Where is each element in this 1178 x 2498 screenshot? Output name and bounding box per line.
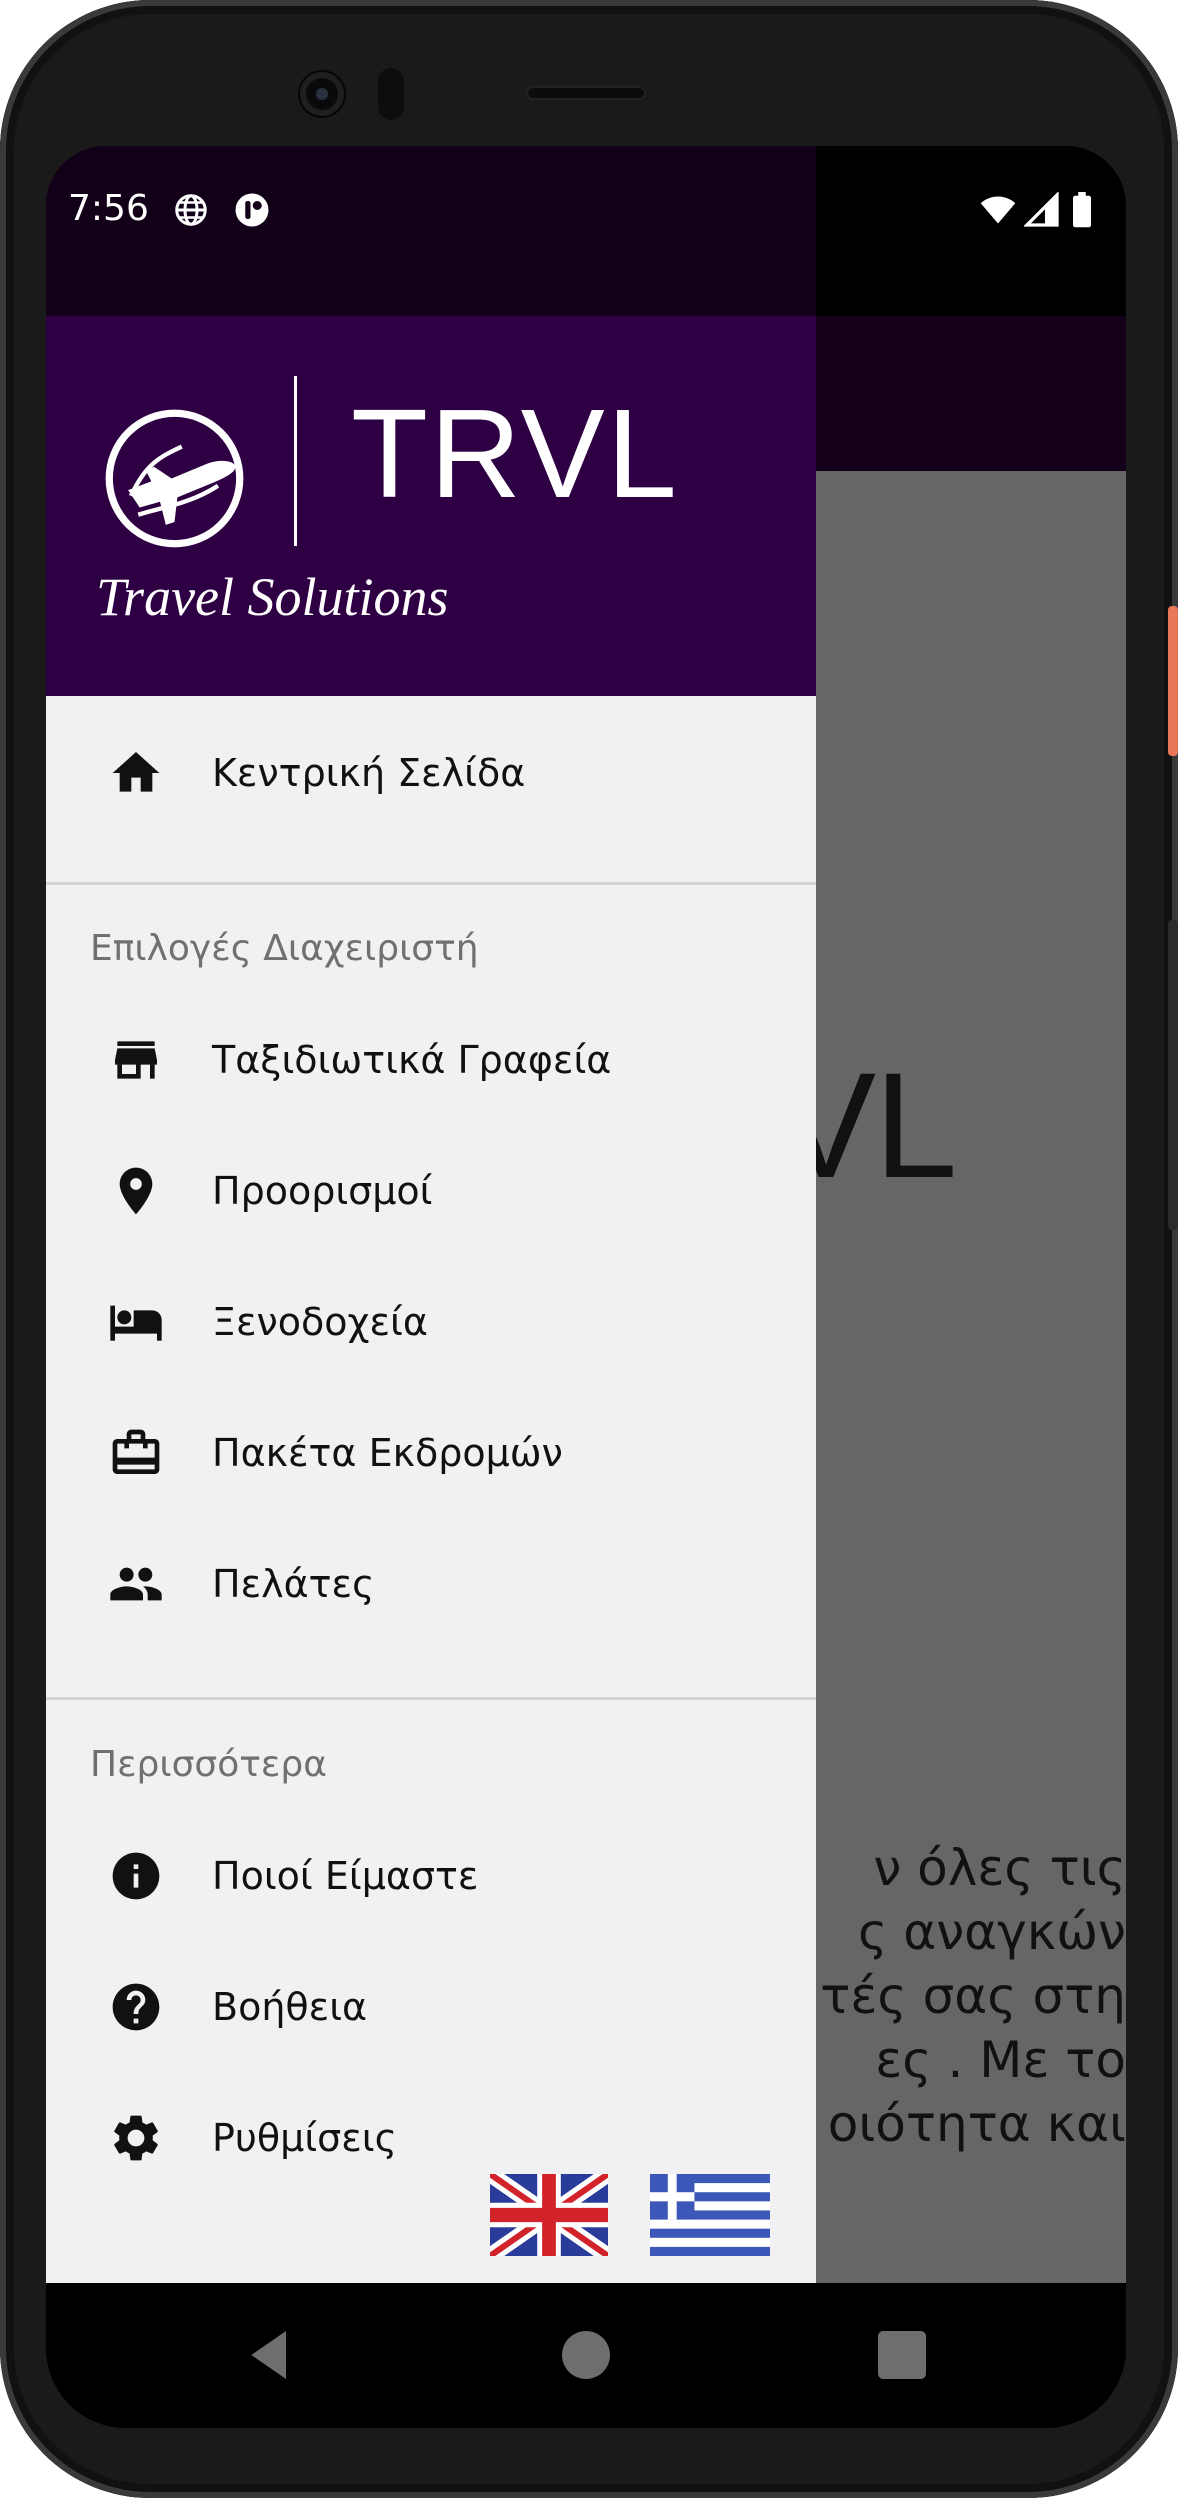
home-icon (112, 752, 160, 792)
section-title-admin: Επιλογές Διαχειριστή (90, 928, 479, 969)
home-button-icon[interactable] (554, 2323, 618, 2387)
settings-icon (114, 2115, 158, 2161)
app-toolbar (816, 316, 1126, 471)
back-icon[interactable] (238, 2323, 302, 2387)
menu-item-label: Πελάτες (212, 1562, 375, 1606)
phone-frame: 7:56 VL ν όλες τις ς αναγκών τές σας στη… (0, 0, 1178, 2498)
menu-item-about[interactable]: Ποιοί Είμαστε (46, 1811, 816, 1941)
menu-item-label: Βοήθεια (212, 1985, 368, 2029)
proximity-sensor (378, 68, 404, 120)
help-icon (112, 1983, 160, 2031)
menu-item-label: Ταξιδιωτικά Γραφεία (212, 1038, 612, 1082)
wifi-icon (980, 196, 1016, 224)
menu-item-home[interactable]: Κεντρική Σελίδα (46, 708, 816, 838)
background-paragraph: ν όλες τις ς αναγκών τές σας στη ες . Με… (820, 1839, 1126, 2153)
power-button (1168, 606, 1178, 756)
divider (46, 1697, 816, 1700)
screen: 7:56 VL ν όλες τις ς αναγκών τές σας στη… (46, 146, 1126, 2428)
app-notification-icon (235, 193, 269, 227)
menu-item-label: Ξενοδοχεία (212, 1300, 428, 1344)
menu-item-help[interactable]: Βοήθεια (46, 1942, 816, 2072)
background-logo-text: VL (816, 1041, 957, 1209)
status-bar: 7:56 (46, 146, 1126, 316)
divider (46, 882, 816, 885)
people-icon (110, 1567, 162, 1601)
system-navigation-bar (46, 2283, 1126, 2428)
menu-item-label: Προορισμοί (212, 1169, 433, 1213)
brand-tagline: Travel Solutions (96, 567, 449, 627)
recents-icon[interactable] (870, 2323, 934, 2387)
battery-icon (1073, 192, 1091, 228)
menu-item-travel-agencies[interactable]: Ταξιδιωτικά Γραφεία (46, 995, 816, 1125)
airplane-globe-icon (105, 409, 244, 548)
status-time: 7:56 (68, 188, 149, 229)
menu-item-label: Ρυθμίσεις (212, 2116, 397, 2160)
logo-divider (294, 376, 297, 546)
menu-item-label: Κεντρική Σελίδα (212, 751, 526, 795)
uk-flag-icon[interactable] (490, 2174, 608, 2256)
globe-icon (175, 194, 207, 226)
location-pin-icon (119, 1167, 153, 1215)
front-camera (300, 72, 344, 116)
menu-item-hotels[interactable]: Ξενοδοχεία (46, 1257, 816, 1387)
drawer-header: TRVL Travel Solutions (46, 316, 816, 696)
menu-item-label: Πακέτα Εκδρομών (212, 1431, 563, 1475)
section-title-more: Περισσότερα (90, 1744, 327, 1785)
menu-item-tour-packages[interactable]: Πακέτα Εκδρομών (46, 1388, 816, 1518)
bed-icon (110, 1305, 162, 1341)
earpiece-speaker (526, 86, 646, 100)
menu-item-destinations[interactable]: Προορισμοί (46, 1126, 816, 1256)
drawer-scrim[interactable]: VL ν όλες τις ς αναγκών τές σας στη ες .… (816, 471, 1126, 2311)
signal-icon (1024, 192, 1059, 227)
navigation-drawer: TRVL Travel Solutions Κεντρική Σελίδα Επ… (46, 316, 816, 2311)
brand-name: TRVL (351, 383, 679, 524)
volume-button (1168, 920, 1178, 1230)
menu-item-label: Ποιοί Είμαστε (212, 1854, 479, 1898)
info-icon (112, 1852, 160, 1900)
menu-item-customers[interactable]: Πελάτες (46, 1519, 816, 1649)
store-icon (115, 1041, 157, 1079)
greece-flag-icon[interactable] (650, 2174, 770, 2256)
briefcase-icon (112, 1429, 160, 1474)
status-bar-drawer-overlay (46, 146, 816, 316)
